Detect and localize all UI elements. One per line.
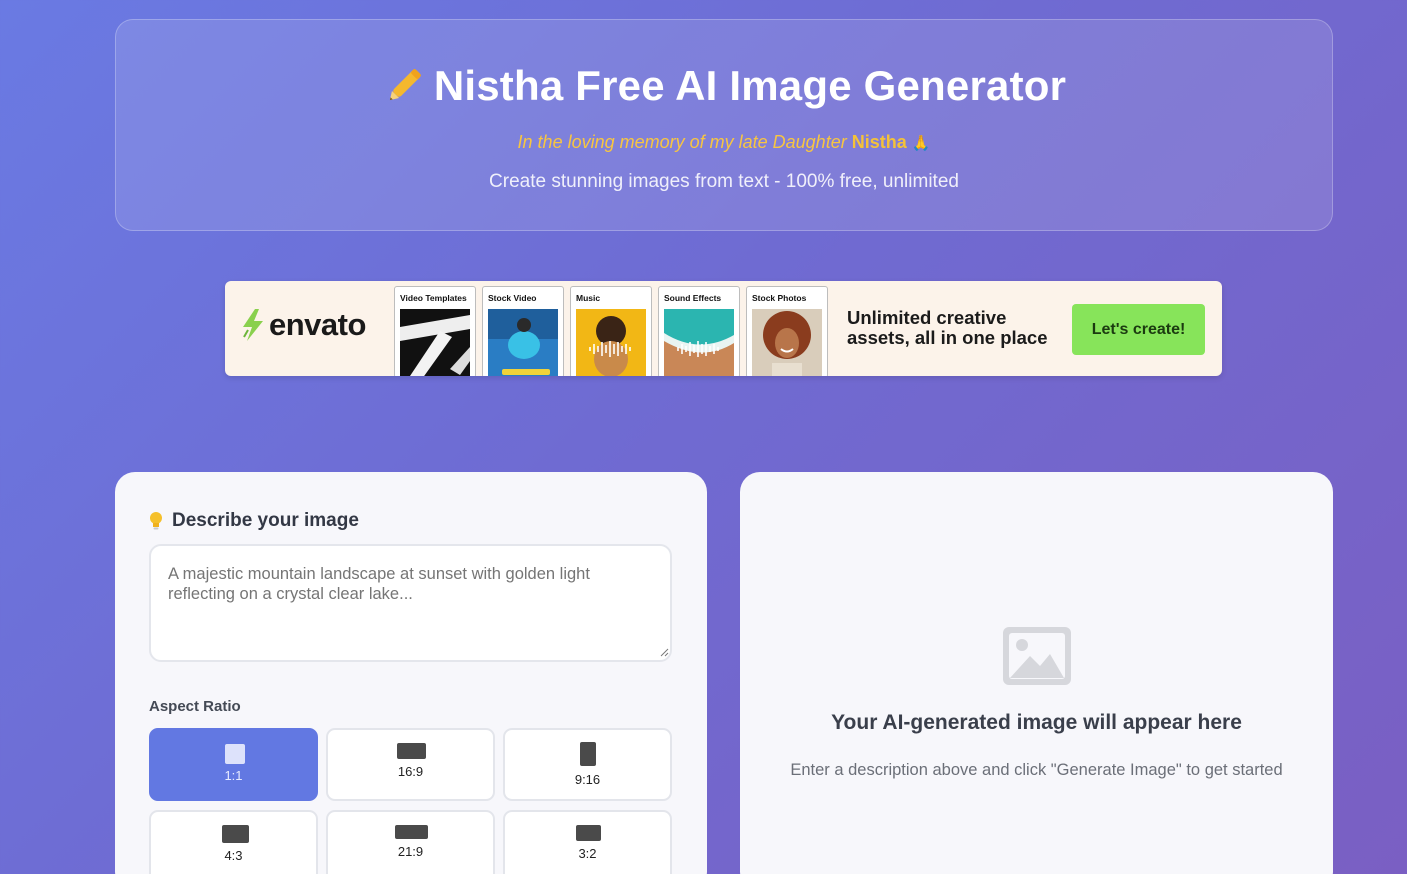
tile-label: Music [576, 293, 601, 303]
tall-ratio-icon [580, 742, 596, 766]
memory-prefix: In the loving memory of my late Daughter [517, 132, 847, 152]
tile-stock-photos[interactable]: Stock Photos [746, 286, 828, 376]
tile-stock-video[interactable]: Stock Video [482, 286, 564, 376]
aspect-ratio-text: 21:9 [397, 844, 424, 859]
sound-effects-thumbnail [664, 309, 734, 376]
page-subtitle: Create stunning images from text - 100% … [489, 171, 959, 192]
aspect-ratio-label: Aspect Ratio [149, 698, 241, 715]
music-thumbnail [576, 309, 646, 376]
aspect-ratio-21-9-button[interactable]: 21:9 [326, 810, 495, 874]
aspect-ratio-text: 16:9 [397, 764, 424, 779]
video-templates-thumbnail [400, 309, 470, 376]
banner-copy-line2: assets, all in one place [847, 327, 1048, 348]
tile-label: Sound Effects [664, 293, 722, 303]
page-title: Nistha Free AI Image Generator [433, 62, 1067, 109]
aspect-ratio-text: 9:16 [574, 772, 601, 787]
envato-leaf-icon [243, 309, 263, 341]
wide-ratio-icon [397, 743, 426, 759]
aspect-ratio-1-1-button[interactable]: 1:1 [149, 728, 318, 801]
image-icon [1003, 627, 1071, 685]
stock-photos-thumbnail [752, 309, 822, 376]
envato-ad-banner[interactable]: envato Video Templates Stock Video Music [225, 281, 1222, 376]
aspect-ratio-text: 1:1 [224, 768, 243, 783]
preview-placeholder-title: Your AI-generated image will appear here [831, 711, 1242, 734]
header-card: Nistha Free AI Image Generator In the lo… [115, 19, 1333, 231]
preview-placeholder-text: Enter a description above and click "Gen… [790, 761, 1283, 779]
preview-panel: Your AI-generated image will appear here… [740, 472, 1333, 874]
title-row: Nistha Free AI Image Generator [116, 62, 1332, 110]
tile-music[interactable]: Music [570, 286, 652, 376]
aspect-ratio-9-16-button[interactable]: 9:16 [503, 728, 672, 801]
memory-line: In the loving memory of my late Daughter… [116, 132, 1332, 153]
tile-sound-effects[interactable]: Sound Effects [658, 286, 740, 376]
stock-video-thumbnail [488, 309, 558, 376]
tile-label: Stock Photos [752, 293, 807, 303]
input-panel: Describe your image Aspect Ratio 1:1 16:… [115, 472, 707, 874]
prayer-emoji-icon: 🙏 [911, 135, 931, 152]
standard-ratio-icon [222, 825, 249, 843]
pencil-icon [389, 69, 421, 101]
square-ratio-icon [225, 744, 245, 764]
photo-ratio-icon [576, 825, 601, 841]
memory-name: Nistha [851, 132, 907, 152]
ultrawide-ratio-icon [395, 825, 428, 839]
aspect-ratio-16-9-button[interactable]: 16:9 [326, 728, 495, 801]
aspect-ratio-text: 3:2 [578, 846, 597, 861]
prompt-section-header: Describe your image [148, 510, 359, 532]
lightbulb-icon [150, 512, 162, 530]
lets-create-button[interactable]: Let's create! [1072, 304, 1205, 355]
aspect-ratio-4-3-button[interactable]: 4:3 [149, 810, 318, 874]
envato-logo: envato [239, 307, 366, 343]
resize-grip-icon[interactable] [660, 648, 669, 657]
aspect-ratio-text: 4:3 [224, 848, 243, 863]
aspect-ratio-3-2-button[interactable]: 3:2 [503, 810, 672, 874]
tile-label: Video Templates [400, 293, 467, 303]
prompt-textarea[interactable] [149, 544, 672, 662]
banner-copy-line1: Unlimited creative [847, 307, 1007, 328]
banner-copy: Unlimited creative assets, all in one pl… [847, 308, 1048, 348]
tile-label: Stock Video [488, 293, 537, 303]
tile-video-templates[interactable]: Video Templates [394, 286, 476, 376]
prompt-section-title: Describe your image [172, 510, 359, 531]
envato-wordmark: envato [269, 307, 366, 342]
